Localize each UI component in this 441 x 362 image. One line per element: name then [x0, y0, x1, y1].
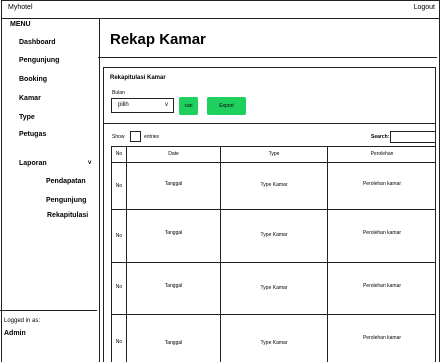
table-cell-date: Tanggal	[164, 181, 183, 187]
table-column-divider	[126, 146, 127, 362]
sidebar-item-kamar[interactable]: Kamar	[19, 95, 41, 102]
table-cell-perolehan: Perolehan kamar	[362, 335, 402, 341]
table-cell-date: Tanggal	[164, 230, 183, 236]
bulan-label: Bulan	[112, 90, 125, 96]
sidebar-item-dashboard[interactable]: Dashboard	[19, 39, 56, 46]
entries-select[interactable]	[130, 131, 141, 142]
table-cell-type: Type Kamar	[260, 232, 288, 238]
column-header-type: Type	[268, 151, 280, 157]
table-cell-perolehan: Perolehan kamar	[362, 230, 402, 236]
table-cell-date: Tanggal	[164, 340, 183, 346]
menu-title: MENU	[10, 21, 31, 28]
table-cell-type: Type Kamar	[260, 285, 288, 291]
chevron-down-icon[interactable]: v	[88, 160, 91, 166]
show-label: Show	[112, 134, 125, 140]
panel-divider	[104, 123, 435, 124]
sidebar-subitem-pengunjung[interactable]: Pengunjung	[46, 197, 86, 204]
column-header-no: No	[115, 151, 123, 157]
table-cell-date: Tanggal	[164, 283, 183, 289]
sidebar-subitem-pendapatan[interactable]: Pendapatan	[46, 178, 86, 185]
column-header-perolehan: Perolehan	[370, 151, 394, 157]
title-divider	[98, 57, 437, 58]
export-button[interactable]: Export	[207, 97, 246, 115]
search-input[interactable]	[390, 131, 436, 143]
cari-button[interactable]: cari	[179, 97, 198, 115]
table-row-divider	[111, 262, 436, 263]
table-cell-no: No	[115, 339, 123, 345]
logout-link[interactable]: Logout	[414, 4, 435, 11]
table-cell-no: No	[115, 284, 123, 290]
logged-in-label: Logged in as:	[4, 318, 41, 324]
bulan-select-value: pilih	[118, 102, 129, 108]
sidebar-item-type[interactable]: Type	[19, 114, 35, 121]
sidebar-item-booking[interactable]: Booking	[19, 76, 47, 83]
sidebar-item-laporan[interactable]: Laporan	[19, 160, 47, 167]
page-title: Rekap Kamar	[110, 31, 206, 48]
chevron-down-icon: v	[165, 102, 168, 108]
table-column-divider	[220, 146, 221, 362]
sidebar-item-pengunjung[interactable]: Pengunjung	[19, 57, 59, 64]
search-label: Search:	[371, 134, 390, 140]
table-cell-perolehan: Perolehan kamar	[362, 283, 402, 289]
table-row-divider	[111, 314, 436, 315]
table-cell-perolehan: Perolehan kamar	[362, 181, 402, 187]
panel-title: Rekapitulasi Kamar	[110, 75, 166, 81]
column-header-date: Date	[168, 151, 179, 157]
table-row-divider	[111, 209, 436, 210]
sidebar-divider	[0, 310, 97, 311]
rekap-table	[111, 146, 436, 362]
app-title: Myhotel	[8, 4, 33, 11]
table-column-divider	[327, 146, 328, 362]
sidebar-item-petugas[interactable]: Petugas	[19, 131, 46, 138]
bulan-select[interactable]: pilih v	[111, 98, 174, 113]
table-cell-no: No	[115, 183, 123, 189]
table-cell-no: No	[115, 233, 123, 239]
top-bar	[2, 1, 439, 19]
table-cell-type: Type Kamar	[260, 182, 288, 188]
entries-label: entries	[144, 134, 160, 140]
table-row-divider	[111, 162, 436, 163]
table-cell-type: Type Kamar	[260, 340, 288, 346]
sidebar-subitem-rekapitulasi[interactable]: Rekapitulasi	[47, 212, 88, 219]
logged-in-user: Admin	[4, 330, 26, 337]
